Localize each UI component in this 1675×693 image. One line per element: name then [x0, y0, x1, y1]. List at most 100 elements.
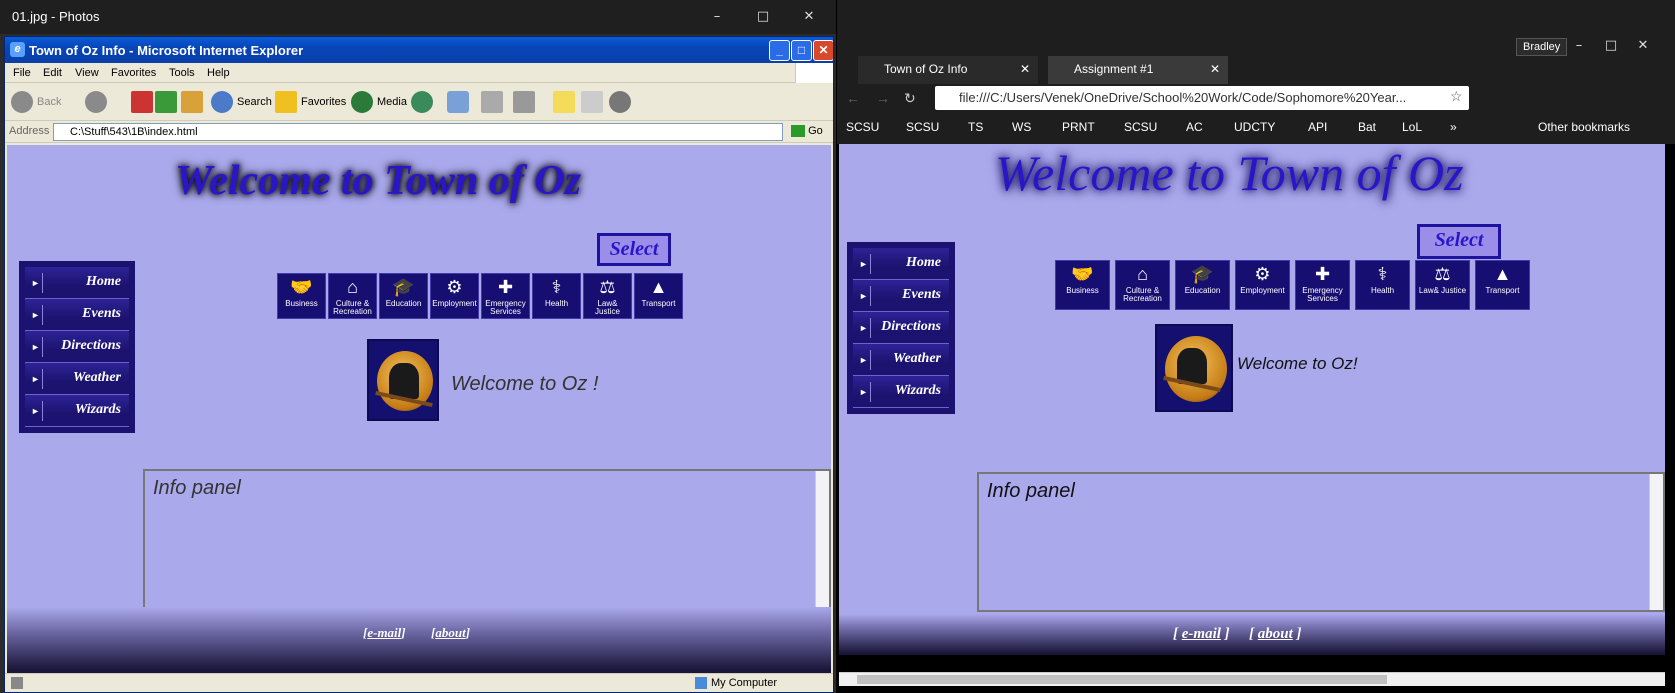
- education-icon[interactable]: 🎓 Education: [1175, 260, 1230, 310]
- menu-file[interactable]: File: [13, 67, 31, 79]
- bookmark-star-icon[interactable]: ☆: [1450, 88, 1463, 105]
- transport-icon[interactable]: ▲ Transport: [634, 273, 683, 319]
- bookmark-ts[interactable]: TS: [968, 120, 983, 134]
- home-button[interactable]: [181, 91, 203, 113]
- refresh-icon: [155, 91, 177, 113]
- nav-item-home[interactable]: ► Home: [853, 248, 949, 280]
- info-panel-scrollbar[interactable]: [1649, 474, 1663, 610]
- nav-item-home[interactable]: ► Home: [25, 267, 129, 299]
- tab-close-icon[interactable]: ✕: [1020, 62, 1030, 76]
- chrome-close-icon[interactable]: ✕: [1628, 36, 1658, 56]
- go-button[interactable]: Go: [791, 125, 823, 138]
- chrome-profile-button[interactable]: Bradley: [1516, 38, 1568, 56]
- about-link[interactable]: [ about ]: [1249, 626, 1302, 643]
- business-icon[interactable]: 🤝 Business: [277, 273, 326, 319]
- bookmark-ws[interactable]: WS: [1012, 120, 1031, 134]
- select-button[interactable]: Select: [1417, 224, 1501, 259]
- emergency-services-icon[interactable]: ✚ Emergency Services: [481, 273, 530, 319]
- stop-button[interactable]: [131, 91, 153, 113]
- maximize-icon[interactable]: □: [740, 0, 786, 34]
- mail-button[interactable]: [447, 91, 469, 113]
- nav-item-events[interactable]: ► Events: [853, 280, 949, 312]
- about-link-text: about: [1257, 626, 1293, 642]
- bookmark-prnt[interactable]: PRNT: [1062, 120, 1095, 134]
- menu-edit[interactable]: Edit: [43, 67, 62, 79]
- history-button[interactable]: [411, 91, 433, 113]
- forward-arrow-icon[interactable]: →: [876, 90, 890, 106]
- select-button[interactable]: Select: [597, 233, 671, 266]
- horizontal-scrollbar[interactable]: [839, 672, 1665, 686]
- menu-help[interactable]: Help: [207, 67, 230, 79]
- business-icon[interactable]: 🤝 Business: [1055, 260, 1110, 310]
- menu-tools[interactable]: Tools: [169, 67, 195, 79]
- close-icon[interactable]: ✕: [786, 0, 832, 34]
- transport-icon[interactable]: ▲ Transport: [1475, 260, 1530, 310]
- info-panel[interactable]: Info panel: [977, 472, 1665, 612]
- minimize-icon[interactable]: –: [694, 0, 740, 34]
- education-label: Education: [385, 299, 422, 308]
- bookmark-lol[interactable]: LoL: [1402, 120, 1422, 134]
- tab-close-icon[interactable]: ✕: [1210, 62, 1220, 76]
- nav-item-weather[interactable]: ► Weather: [853, 344, 949, 376]
- info-panel-scrollbar[interactable]: [815, 471, 829, 607]
- address-input[interactable]: C:\Stuff\543\1B\index.html: [53, 123, 783, 141]
- edit-button[interactable]: [513, 91, 535, 113]
- bookmark-scsu-1[interactable]: SCSU: [846, 120, 879, 134]
- messenger-button[interactable]: [581, 91, 603, 113]
- refresh-button[interactable]: [155, 91, 177, 113]
- favorites-button[interactable]: Favorites: [275, 91, 346, 113]
- bookmark-scsu-3[interactable]: SCSU: [1124, 120, 1157, 134]
- chrome-minimize-icon[interactable]: –: [1564, 36, 1594, 56]
- employment-icon[interactable]: ⚙ Employment: [1235, 260, 1290, 310]
- nav-item-directions[interactable]: ► Directions: [25, 331, 129, 363]
- ie-minimize-button[interactable]: _: [769, 40, 790, 61]
- nav-item-weather[interactable]: ► Weather: [25, 363, 129, 395]
- scrollbar-thumb[interactable]: [857, 675, 1387, 684]
- email-link-text: e-mail: [367, 625, 402, 640]
- tab-assignment-1[interactable]: Assignment #1 ✕: [1048, 56, 1228, 84]
- about-link[interactable]: [about]: [431, 625, 470, 641]
- bookmark-udcty[interactable]: UDCTY: [1234, 120, 1275, 134]
- ie-maximize-button[interactable]: □: [791, 40, 812, 61]
- education-icon[interactable]: 🎓 Education: [379, 273, 428, 319]
- bookmark-ac[interactable]: AC: [1186, 120, 1203, 134]
- media-button[interactable]: Media: [351, 91, 407, 113]
- info-panel-text: Info panel: [987, 480, 1075, 502]
- culture-recreation-icon[interactable]: ⌂ Culture & Recreation: [1115, 260, 1170, 310]
- transport-glyph: ▲: [649, 277, 668, 297]
- tab-town-of-oz[interactable]: Town of Oz Info ✕: [858, 56, 1038, 84]
- back-button[interactable]: Back: [11, 91, 61, 113]
- health-icon[interactable]: ⚕ Health: [532, 273, 581, 319]
- reload-icon[interactable]: ↻: [904, 90, 916, 107]
- bookmark-other[interactable]: Other bookmarks: [1538, 120, 1630, 134]
- arrow-icon: ►: [857, 318, 871, 338]
- nav-item-directions[interactable]: ► Directions: [853, 312, 949, 344]
- email-link[interactable]: [ e-mail ]: [1173, 626, 1230, 643]
- nav-item-wizards[interactable]: ► Wizards: [25, 395, 129, 427]
- bookmark-bat[interactable]: Bat: [1358, 120, 1376, 134]
- health-icon[interactable]: ⚕ Health: [1355, 260, 1410, 310]
- nav-item-wizards[interactable]: ► Wizards: [853, 376, 949, 408]
- search-button[interactable]: Search: [211, 91, 272, 113]
- chrome-maximize-icon[interactable]: □: [1596, 36, 1626, 56]
- menu-favorites[interactable]: Favorites: [111, 67, 156, 79]
- law-justice-icon[interactable]: ⚖ Law& Justice: [1415, 260, 1470, 310]
- info-panel[interactable]: Info panel: [143, 469, 831, 609]
- discuss-button[interactable]: [609, 91, 631, 113]
- law-justice-icon[interactable]: ⚖ Law& Justice: [583, 273, 632, 319]
- bookmarks-overflow[interactable]: »: [1450, 120, 1457, 134]
- bookmark-scsu-2[interactable]: SCSU: [906, 120, 939, 134]
- note-button[interactable]: [553, 91, 575, 113]
- email-link[interactable]: [e-mail]: [363, 625, 406, 641]
- forward-button[interactable]: [85, 91, 107, 113]
- emergency-services-icon[interactable]: ✚ Emergency Services: [1295, 260, 1350, 310]
- back-arrow-icon[interactable]: ←: [846, 90, 860, 106]
- culture-recreation-icon[interactable]: ⌂ Culture & Recreation: [328, 273, 377, 319]
- ie-close-button[interactable]: ✕: [813, 40, 833, 61]
- print-button[interactable]: [481, 91, 503, 113]
- bookmark-api[interactable]: API: [1308, 120, 1327, 134]
- menu-view[interactable]: View: [75, 67, 99, 79]
- url-input[interactable]: file:///C:/Users/Venek/OneDrive/School%2…: [935, 86, 1469, 110]
- nav-item-events[interactable]: ► Events: [25, 299, 129, 331]
- employment-icon[interactable]: ⚙ Employment: [430, 273, 479, 319]
